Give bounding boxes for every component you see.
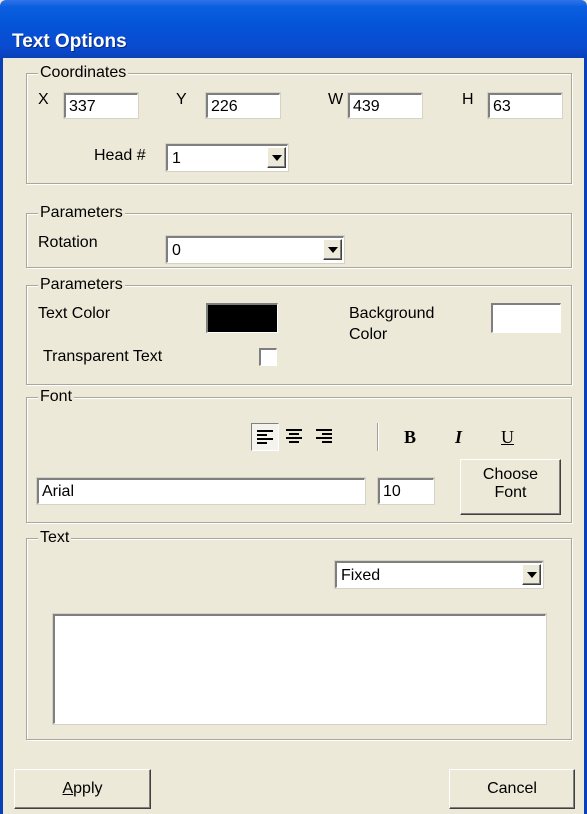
y-label: Y bbox=[176, 91, 187, 108]
transparent-text-label: Transparent Text bbox=[43, 348, 163, 365]
rotation-select-value: 0 bbox=[172, 242, 181, 259]
parameters-legend: Parameters bbox=[38, 204, 125, 222]
text-mode-value: Fixed bbox=[341, 567, 381, 584]
align-left-icon bbox=[257, 430, 273, 444]
apply-mnemonic: A bbox=[62, 780, 74, 797]
align-right-button[interactable] bbox=[311, 423, 339, 451]
x-input[interactable]: 337 bbox=[63, 92, 139, 119]
rotation-label: Rotation bbox=[38, 234, 98, 251]
toolbar-separator bbox=[377, 423, 379, 451]
h-label: H bbox=[462, 91, 474, 108]
choose-font-line1: Choose bbox=[482, 466, 539, 483]
w-input[interactable]: 439 bbox=[347, 92, 423, 119]
font-size-input[interactable]: 10 bbox=[377, 477, 435, 505]
font-legend: Font bbox=[38, 388, 75, 406]
head-label: Head # bbox=[94, 147, 146, 164]
coordinates-group: Coordinates bbox=[26, 64, 572, 184]
x-label: X bbox=[38, 91, 49, 108]
align-center-button[interactable] bbox=[281, 423, 309, 451]
chevron-down-icon[interactable] bbox=[522, 564, 541, 585]
chevron-down-icon[interactable] bbox=[323, 239, 342, 260]
parameters-color-group: Parameters bbox=[26, 276, 572, 385]
underline-button[interactable]: U bbox=[501, 427, 514, 448]
choose-font-button[interactable]: Choose Font bbox=[460, 459, 561, 515]
y-input[interactable]: 226 bbox=[205, 92, 281, 119]
cancel-label: Cancel bbox=[487, 780, 537, 797]
text-legend: Text bbox=[38, 529, 72, 547]
align-left-button[interactable] bbox=[251, 423, 279, 451]
cancel-button[interactable]: Cancel bbox=[449, 769, 575, 809]
text-color-swatch[interactable] bbox=[206, 303, 278, 333]
head-select-value: 1 bbox=[172, 150, 181, 167]
parameters-legend: Parameters bbox=[38, 276, 125, 294]
align-center-icon bbox=[286, 429, 302, 443]
apply-label: pply bbox=[73, 780, 103, 797]
text-color-label: Text Color bbox=[38, 305, 111, 322]
align-right-icon bbox=[316, 429, 332, 443]
italic-button[interactable]: I bbox=[455, 427, 462, 448]
window-title: Text Options bbox=[12, 31, 127, 52]
title-bar: Text Options bbox=[0, 0, 587, 58]
transparent-text-checkbox[interactable] bbox=[259, 348, 277, 366]
text-content-area[interactable] bbox=[52, 613, 547, 725]
background-color-swatch[interactable] bbox=[491, 303, 561, 333]
background-color-label-line1: Background bbox=[349, 305, 435, 322]
w-label: W bbox=[328, 91, 344, 108]
bold-button[interactable]: B bbox=[404, 427, 416, 448]
font-name-input[interactable]: Arial bbox=[36, 477, 366, 505]
head-select[interactable]: 1 bbox=[165, 143, 289, 172]
apply-button[interactable]: Apply bbox=[14, 769, 151, 809]
coordinates-legend: Coordinates bbox=[38, 64, 129, 82]
rotation-select[interactable]: 0 bbox=[165, 235, 345, 264]
h-input[interactable]: 63 bbox=[487, 92, 563, 119]
chevron-down-icon[interactable] bbox=[267, 147, 286, 168]
choose-font-line2: Font bbox=[494, 484, 527, 501]
text-mode-select[interactable]: Fixed bbox=[334, 560, 544, 589]
background-color-label-line2: Color bbox=[349, 326, 388, 343]
